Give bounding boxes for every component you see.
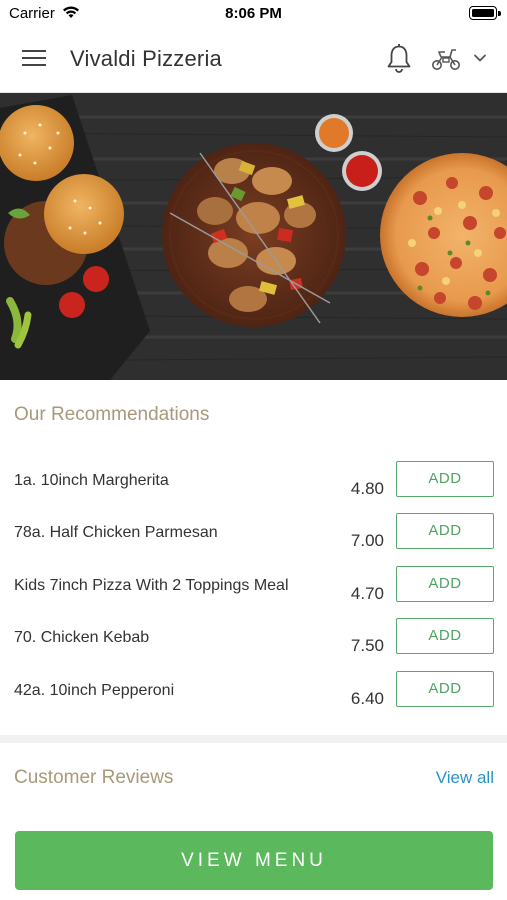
list-item: 42a. 10inch Pepperoni 6.40 ADD — [0, 671, 507, 734]
item-name: Kids 7inch Pizza With 2 Toppings Meal — [14, 577, 289, 594]
item-name: 42a. 10inch Pepperoni — [14, 682, 175, 699]
add-button[interactable]: ADD — [396, 461, 494, 497]
item-name: 78a. Half Chicken Parmesan — [14, 524, 218, 541]
view-menu-button[interactable]: VIEW MENU — [15, 831, 493, 890]
reviews-title: Customer Reviews — [14, 767, 174, 788]
item-price: 7.50 — [350, 636, 384, 655]
bell-icon[interactable] — [384, 42, 414, 74]
view-all-link[interactable]: View all — [436, 768, 494, 788]
item-price: 4.70 — [350, 584, 384, 603]
chevron-down-icon[interactable] — [472, 52, 488, 64]
item-price: 7.00 — [350, 531, 384, 550]
add-button[interactable]: ADD — [396, 566, 494, 602]
scooter-icon[interactable] — [430, 46, 462, 72]
add-button[interactable]: ADD — [396, 671, 494, 707]
status-bar: Carrier 8:06 PM — [0, 0, 507, 26]
page-title: Vivaldi Pizzeria — [70, 46, 222, 71]
section-divider — [0, 735, 507, 743]
clock: 8:06 PM — [225, 5, 282, 22]
recommendations-title: Our Recommendations — [14, 404, 210, 425]
item-name: 1a. 10inch Margherita — [14, 472, 169, 489]
hero-food-image — [0, 93, 507, 380]
item-price: 4.80 — [350, 479, 384, 498]
add-button[interactable]: ADD — [396, 618, 494, 654]
battery-icon — [469, 6, 501, 20]
add-button[interactable]: ADD — [396, 513, 494, 549]
item-price: 6.40 — [350, 689, 384, 708]
hamburger-menu-icon[interactable] — [22, 46, 48, 70]
app-header: Vivaldi Pizzeria — [0, 26, 507, 93]
item-name: 70. Chicken Kebab — [14, 629, 150, 646]
